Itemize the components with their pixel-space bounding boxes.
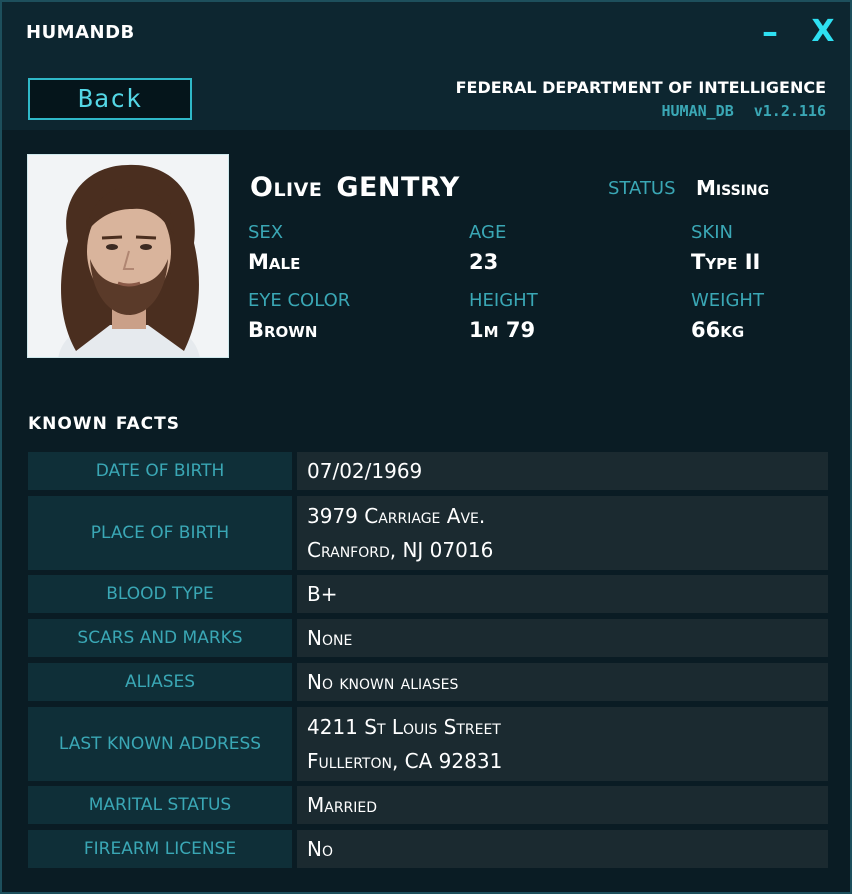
back-button[interactable]: Back (28, 78, 192, 120)
fact-label: ALIASES (28, 663, 292, 701)
weight-value: 66kg (691, 318, 745, 342)
fact-label: DATE OF BIRTH (28, 452, 292, 490)
fact-value-line: Married (307, 793, 378, 817)
height-label: HEIGHT (469, 290, 538, 311)
skin-label: SKIN (691, 222, 734, 243)
fact-row-scars-and-marks: SCARS AND MARKS None (28, 619, 828, 657)
mugshot-photo (27, 154, 229, 358)
close-icon[interactable]: X (808, 12, 838, 52)
profile-content: Olive GENTRY STATUS Missing SEX Male AGE … (2, 130, 850, 892)
first-name: Olive (250, 172, 323, 203)
fact-label: LAST KNOWN ADDRESS (28, 707, 292, 781)
fact-label: SCARS AND MARKS (28, 619, 292, 657)
person-portrait-icon (28, 155, 228, 357)
sex-value: Male (248, 250, 301, 274)
fact-label: FIREARM LICENSE (28, 830, 292, 868)
skin-value: Type II (691, 250, 761, 274)
age-value: 23 (469, 250, 499, 274)
fact-row-aliases: ALIASES No known aliases (28, 663, 828, 701)
eye-color-label: EYE COLOR (248, 290, 351, 311)
agency-name: FEDERAL DEPARTMENT OF INTELLIGENCE (455, 78, 826, 97)
status-label: STATUS (608, 178, 676, 199)
fact-value-line: Cranford, NJ 07016 (307, 538, 494, 562)
fact-value-line: 3979 Carriage Ave. (307, 504, 486, 528)
fact-value: Married (297, 786, 828, 824)
age-label: AGE (469, 222, 507, 243)
title-bar: HUMANDB – X Back FEDERAL DEPARTMENT OF I… (2, 2, 850, 130)
fact-value-line: No (307, 837, 333, 861)
fact-row-last-known-address: LAST KNOWN ADDRESS 4211 St Louis Street F… (28, 707, 828, 781)
fact-row-marital-status: MARITAL STATUS Married (28, 786, 828, 824)
fact-value: No known aliases (297, 663, 828, 701)
fact-label: PLACE OF BIRTH (28, 496, 292, 570)
fact-value-line: None (307, 626, 353, 650)
sex-label: SEX (248, 222, 284, 243)
version-label: v1.2.116 (753, 102, 826, 120)
fact-label: BLOOD TYPE (28, 575, 292, 613)
fact-value-line: Fullerton, CA 92831 (307, 749, 503, 773)
fact-row-date-of-birth: DATE OF BIRTH 07/02/1969 (28, 452, 828, 490)
eye-color-value: Brown (248, 318, 318, 342)
weight-label: WEIGHT (691, 290, 764, 311)
facts-title-a: KNOWN (28, 414, 108, 434)
known-facts-heading: KNOWN FACTS (28, 414, 180, 434)
fact-value: 4211 St Louis Street Fullerton, CA 92831 (297, 707, 828, 781)
last-name: GENTRY (336, 172, 460, 203)
fact-label: MARITAL STATUS (28, 786, 292, 824)
fact-value: 07/02/1969 (297, 452, 828, 490)
fact-value-line: 07/02/1969 (307, 459, 423, 483)
fact-value: No (297, 830, 828, 868)
fact-value-line: 4211 St Louis Street (307, 715, 501, 739)
fact-value-line: B+ (307, 582, 338, 606)
app-title: HUMANDB (26, 22, 135, 43)
person-name: Olive GENTRY (250, 172, 460, 203)
fact-row-firearm-license: FIREARM LICENSE No (28, 830, 828, 868)
fact-value: 3979 Carriage Ave. Cranford, NJ 07016 (297, 496, 828, 570)
fact-value: None (297, 619, 828, 657)
humandb-window: HUMANDB – X Back FEDERAL DEPARTMENT OF I… (0, 0, 852, 894)
db-name: HUMAN_DB (661, 102, 734, 120)
facts-title-b: FACTS (115, 414, 180, 434)
fact-row-blood-type: BLOOD TYPE B+ (28, 575, 828, 613)
db-info: HUMAN_DB v1.2.116 (642, 102, 827, 120)
minimize-icon[interactable]: – (757, 12, 783, 52)
status-value: Missing (696, 176, 770, 200)
fact-row-place-of-birth: PLACE OF BIRTH 3979 Carriage Ave. Cranfor… (28, 496, 828, 570)
height-value: 1m 79 (469, 318, 536, 342)
fact-value-line: No known aliases (307, 670, 459, 694)
fact-value: B+ (297, 575, 828, 613)
